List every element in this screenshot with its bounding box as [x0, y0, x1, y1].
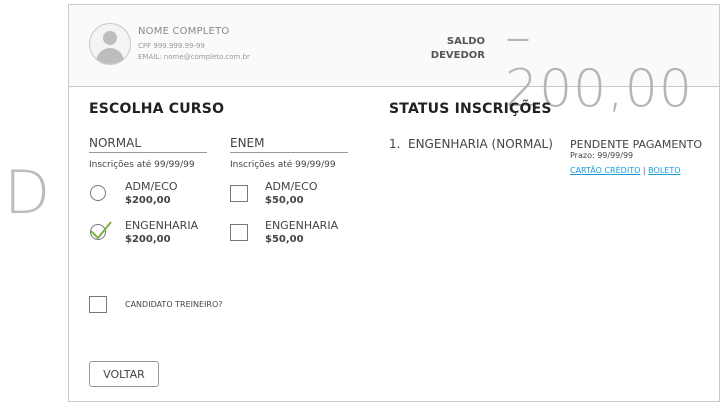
balance-label-line2: DEVEDOR — [430, 50, 485, 61]
checkbox-enem-engenharia[interactable] — [230, 224, 248, 241]
option-price: $50,00 — [265, 234, 304, 245]
treineiro-label: CANDIDATO TREINEIRO? — [125, 300, 223, 309]
back-button[interactable]: VOLTAR — [89, 361, 159, 387]
user-email: EMAIL: nome@completo.com.br — [138, 53, 250, 61]
side-letter: D — [4, 158, 51, 228]
balance-label-line1: SALDO — [446, 36, 485, 47]
option-price: $200,00 — [125, 195, 171, 206]
user-cpf: CPF 999.999.99-99 — [138, 42, 205, 50]
option-name: ADM/ECO — [265, 180, 318, 193]
checkbox-candidato-treineiro[interactable] — [89, 296, 107, 313]
payment-links: CARTÃO CRÉDITO | BOLETO — [570, 166, 681, 175]
account-header: NOME COMPLETO CPF 999.999.99-99 EMAIL: n… — [69, 5, 719, 115]
pay-credit-card-link[interactable]: CARTÃO CRÉDITO — [570, 166, 640, 175]
option-name: ENGENHARIA — [125, 219, 199, 232]
balance-value: –200,00 — [505, 7, 693, 119]
enrollment-card: NOME COMPLETO CPF 999.999.99-99 EMAIL: n… — [68, 4, 720, 402]
status-item-number: 1. — [389, 137, 401, 151]
option-price: $50,00 — [265, 195, 304, 206]
balance-label: SALDO DEVEDOR — [423, 35, 485, 63]
column-heading-enem: ENEM — [230, 136, 348, 153]
column-note-normal: Inscrições até 99/99/99 — [89, 160, 195, 170]
pay-boleto-link[interactable]: BOLETO — [648, 166, 680, 175]
user-name: NOME COMPLETO — [138, 26, 230, 37]
column-heading-normal: NORMAL — [89, 136, 207, 153]
avatar-body-icon — [96, 48, 124, 64]
option-name: ENGENHARIA — [265, 219, 339, 232]
status-item-deadline: Prazo: 99/99/99 — [570, 151, 634, 160]
status-item-course: ENGENHARIA (NORMAL) — [408, 137, 553, 151]
checkbox-enem-adm-eco[interactable] — [230, 185, 248, 202]
check-icon — [90, 221, 112, 240]
radio-normal-adm-eco[interactable] — [90, 185, 106, 201]
option-name: ADM/ECO — [125, 180, 178, 193]
status-section-title: STATUS INSCRIÇÕES — [389, 101, 552, 117]
status-item-state: PENDENTE PAGAMENTO — [570, 138, 702, 151]
avatar-head-icon — [103, 31, 117, 45]
course-section-title: ESCOLHA CURSO — [89, 101, 225, 117]
avatar — [89, 23, 131, 65]
option-price: $200,00 — [125, 234, 171, 245]
column-note-enem: Inscrições até 99/99/99 — [230, 160, 336, 170]
link-separator: | — [642, 166, 646, 175]
